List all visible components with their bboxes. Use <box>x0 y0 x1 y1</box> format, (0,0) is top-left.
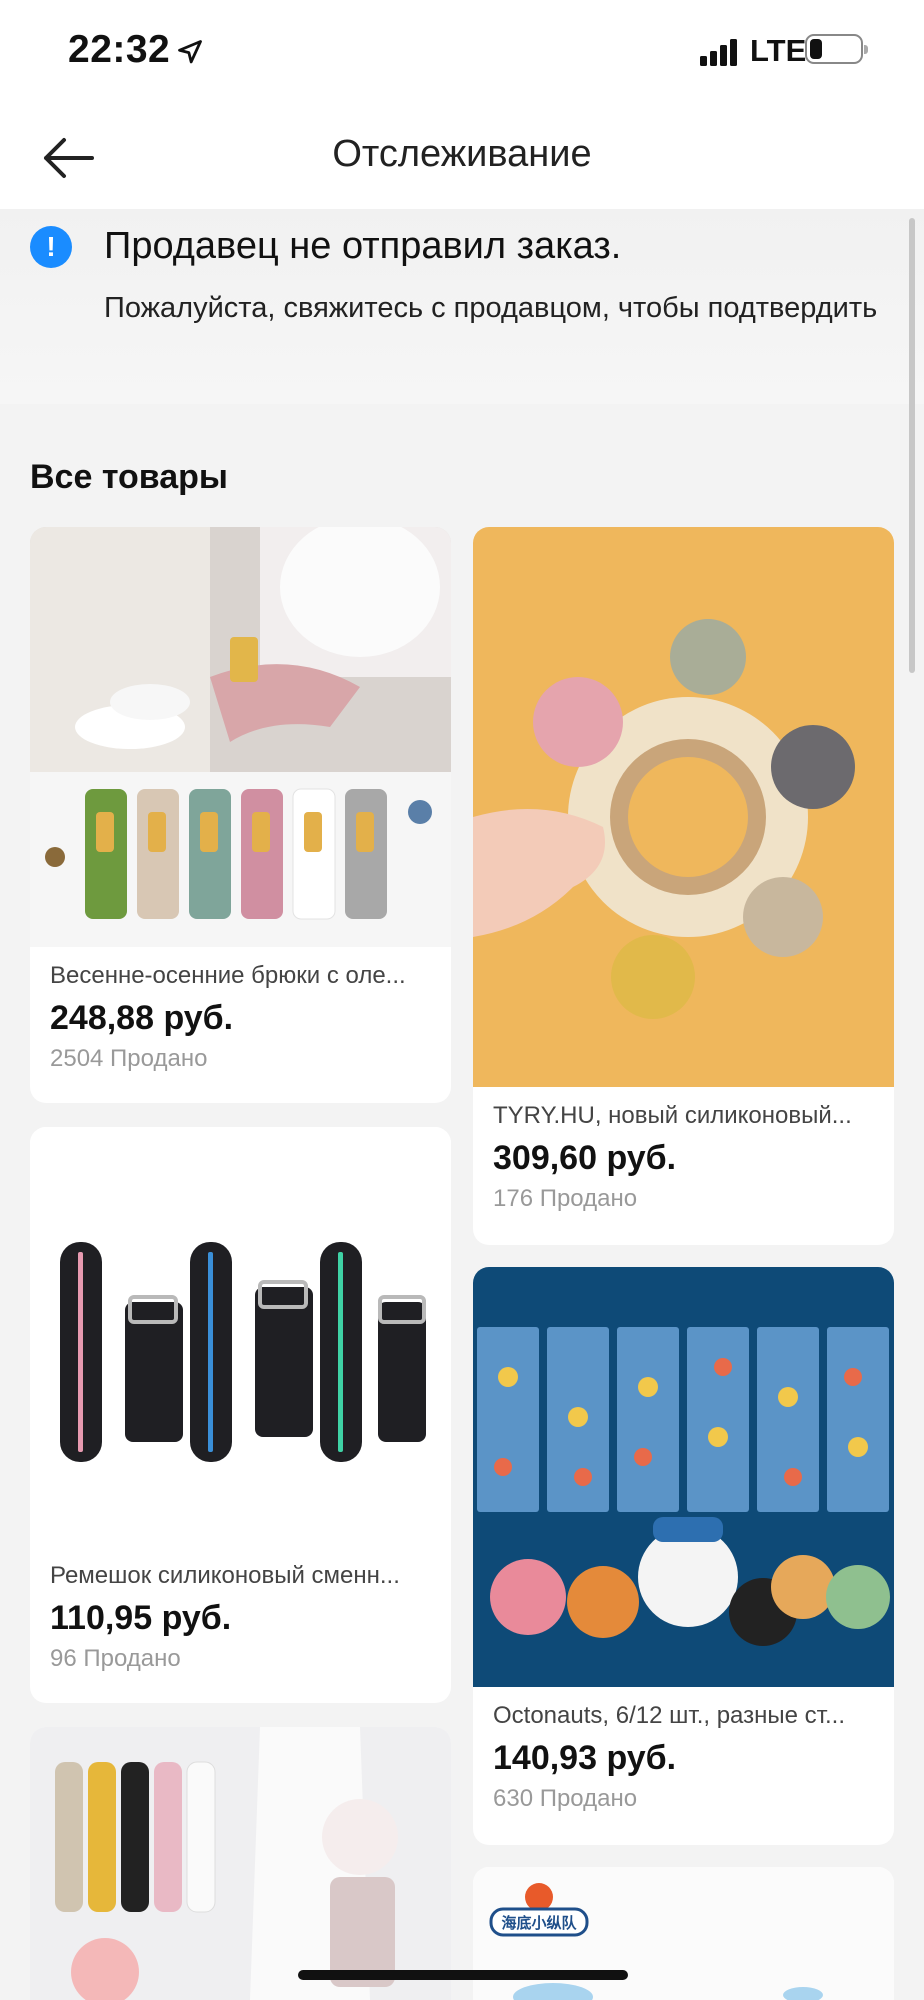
product-name: Весенне-осенние брюки с оле... <box>50 962 406 989</box>
product-name: Ремешок силиконовый сменн... <box>50 1562 400 1589</box>
product-image <box>30 527 451 947</box>
section-title: Все товары <box>30 458 228 496</box>
page-title: Отслеживание <box>332 133 592 175</box>
product-price: 110,95 руб. <box>50 1599 232 1637</box>
home-indicator[interactable] <box>298 1970 628 1980</box>
product-card[interactable]: Весенне-осенние брюки с оле... 248,88 ру… <box>30 527 451 1103</box>
product-image <box>473 1267 894 1687</box>
product-sold-count: 630 Продано <box>493 1785 638 1812</box>
product-card[interactable] <box>30 1727 451 2000</box>
product-sold-count: 2504 Продано <box>50 1045 208 1072</box>
product-sold-count: 176 Продано <box>493 1185 638 1212</box>
brand-logo-text: 海底小纵队 <box>501 1914 577 1932</box>
seller-notice-banner: ! Продавец не отправил заказ. Пожалуйста… <box>0 209 924 404</box>
network-type: LTE <box>750 33 807 68</box>
notice-text: Пожалуйста, свяжитесь с продавцом, чтобы… <box>104 292 878 324</box>
notice-title: Продавец не отправил заказ. <box>104 225 622 267</box>
status-bar: 22:32 LTE <box>0 0 924 105</box>
product-image <box>473 527 894 1087</box>
product-price: 140,93 руб. <box>493 1739 677 1777</box>
info-icon: ! <box>30 226 72 268</box>
product-name: Octonauts, 6/12 шт., разные ст... <box>493 1702 845 1729</box>
product-image: 海底小纵队 <box>473 1867 894 2000</box>
product-image <box>30 1727 451 2000</box>
product-card[interactable]: Octonauts, 6/12 шт., разные ст... 140,93… <box>473 1267 894 1845</box>
status-time: 22:32 <box>68 28 171 71</box>
location-arrow-icon <box>178 40 202 64</box>
product-card[interactable]: 海底小纵队 <box>473 1867 894 2000</box>
product-image <box>30 1127 451 1547</box>
cellular-signal-icon <box>700 39 737 66</box>
product-card[interactable]: Ремешок силиконовый сменн... 110,95 руб.… <box>30 1127 451 1703</box>
scrollbar[interactable] <box>909 218 915 673</box>
product-name: TYRY.HU, новый силиконовый... <box>493 1102 852 1129</box>
product-card[interactable]: TYRY.HU, новый силиконовый... 309,60 руб… <box>473 527 894 1245</box>
product-sold-count: 96 Продано <box>50 1645 181 1672</box>
battery-icon <box>805 34 868 64</box>
product-price: 248,88 руб. <box>50 999 234 1037</box>
nav-bar: Отслеживание <box>0 105 924 209</box>
product-price: 309,60 руб. <box>493 1139 677 1177</box>
